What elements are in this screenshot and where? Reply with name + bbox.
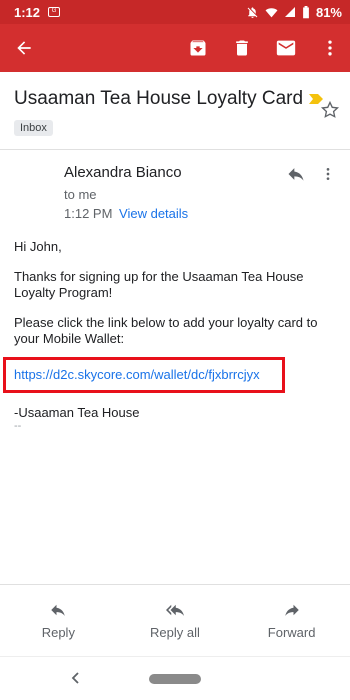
message-more-icon[interactable] (320, 164, 336, 189)
email-subject: Usaaman Tea House Loyalty Card (14, 88, 340, 110)
status-icons: 81% (246, 5, 342, 20)
home-pill[interactable] (149, 673, 201, 684)
star-icon[interactable] (320, 100, 340, 125)
email-time: 1:12 PM (64, 206, 113, 221)
more-vert-icon[interactable] (318, 36, 342, 60)
subject-text: Usaaman Tea House Loyalty Card (14, 88, 304, 109)
forward-button[interactable]: Forward (242, 601, 342, 640)
body-paragraph-1: Thanks for signing up for the Usaaman Te… (14, 269, 304, 300)
divider (0, 149, 350, 150)
signal-icon (284, 7, 295, 17)
app-bar (0, 24, 350, 72)
forward-icon (284, 604, 299, 616)
status-bar: 1:12 G 81% (0, 0, 350, 24)
reply-icon[interactable] (286, 164, 306, 189)
inbox-label[interactable]: Inbox (14, 120, 53, 136)
body-paragraph-2: Please click the link below to add your … (14, 315, 318, 346)
nav-back-icon[interactable] (70, 671, 82, 690)
archive-icon[interactable] (186, 36, 210, 60)
battery-icon (303, 5, 309, 18)
back-arrow-icon[interactable] (12, 36, 36, 60)
highlighted-link-box: https://d2c.skycore.com/wallet/dc/fjxbrr… (3, 357, 285, 393)
view-details-link[interactable]: View details (119, 206, 188, 221)
notification-icon: G (48, 7, 61, 17)
bottom-actions: Reply Reply all Forward (0, 584, 350, 656)
signature: -Usaaman Tea House (14, 405, 140, 420)
reply-label: Reply (41, 625, 75, 640)
recipient-line[interactable]: to me (64, 187, 334, 202)
wifi-icon (265, 7, 278, 17)
wallet-link[interactable]: https://d2c.skycore.com/wallet/dc/fjxbrr… (14, 367, 260, 382)
status-time: 1:12 (14, 4, 41, 20)
forward-label: Forward (267, 625, 316, 640)
email-meta: 1:12 PM View details (64, 206, 334, 221)
notifications-off-icon (247, 6, 258, 18)
subject-row: Usaaman Tea House Loyalty Card Inbox (14, 88, 340, 136)
delete-icon[interactable] (230, 36, 254, 60)
email-body: Hi John, Thanks for signing up for the U… (3, 239, 340, 432)
reply-button[interactable]: Reply (8, 601, 108, 640)
mark-unread-icon[interactable] (274, 36, 298, 60)
reply-all-icon (165, 604, 184, 616)
quoted-text-toggle[interactable]: -- (14, 421, 340, 432)
reply-icon (51, 604, 66, 616)
greeting: Hi John, (14, 239, 62, 254)
toolbar-actions (186, 36, 342, 60)
battery-level: 81% (315, 4, 342, 20)
reply-all-label: Reply all (150, 625, 200, 640)
reply-all-button[interactable]: Reply all (125, 601, 225, 640)
system-nav-bar (0, 656, 350, 700)
